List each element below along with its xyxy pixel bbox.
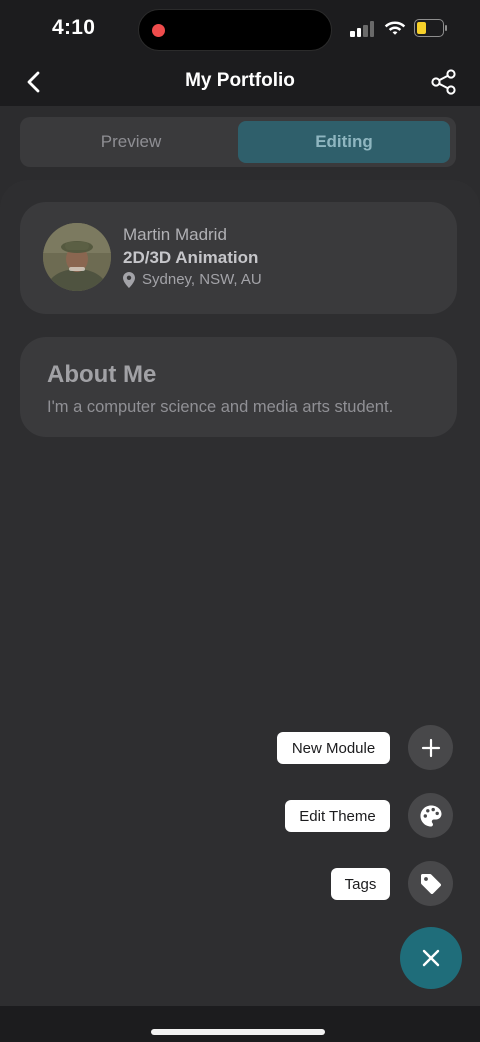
profile-card[interactable]: Martin Madrid 2D/3D Animation Sydney, NS…: [20, 202, 457, 314]
dynamic-island: [138, 9, 332, 51]
share-icon: [431, 69, 456, 95]
tab-preview[interactable]: Preview: [24, 121, 238, 163]
edit-theme-button[interactable]: [408, 793, 453, 838]
avatar: [43, 223, 111, 291]
main-content: Preview Editing Martin Madrid 2D/3D Anim…: [0, 106, 480, 1006]
tags-button[interactable]: [408, 861, 453, 906]
tag-icon: [420, 873, 441, 894]
tab-editing[interactable]: Editing: [238, 121, 450, 163]
cellular-signal-icon: [350, 21, 376, 37]
profile-name: Martin Madrid: [123, 225, 227, 244]
segmented-control: Preview Editing: [20, 117, 456, 167]
palette-icon: [420, 805, 441, 826]
plus-icon: [421, 738, 440, 757]
wifi-icon: [384, 21, 406, 35]
recording-dot-icon: [152, 24, 165, 37]
location-text: Sydney, NSW, AU: [142, 271, 262, 288]
about-heading: About Me: [47, 361, 157, 388]
about-body: I'm a computer science and media arts st…: [47, 398, 394, 416]
profile-location: Sydney, NSW, AU: [123, 271, 262, 288]
nav-bar: My Portfolio: [0, 60, 480, 106]
status-bar: 4:10: [0, 0, 480, 60]
about-card[interactable]: About Me I'm a computer science and medi…: [20, 337, 457, 437]
home-indicator[interactable]: [151, 1029, 325, 1035]
profile-title: 2D/3D Animation: [123, 248, 259, 267]
edit-theme-label[interactable]: Edit Theme: [285, 800, 390, 832]
share-button[interactable]: [430, 68, 458, 96]
new-module-button[interactable]: [408, 725, 453, 770]
close-icon: [422, 949, 440, 967]
tags-label[interactable]: Tags: [331, 868, 390, 900]
status-time: 4:10: [52, 16, 96, 39]
close-menu-button[interactable]: [400, 927, 462, 989]
map-pin-icon: [123, 271, 135, 288]
page-title: My Portfolio: [185, 70, 295, 91]
new-module-label[interactable]: New Module: [277, 732, 390, 764]
battery-icon: [414, 19, 447, 37]
